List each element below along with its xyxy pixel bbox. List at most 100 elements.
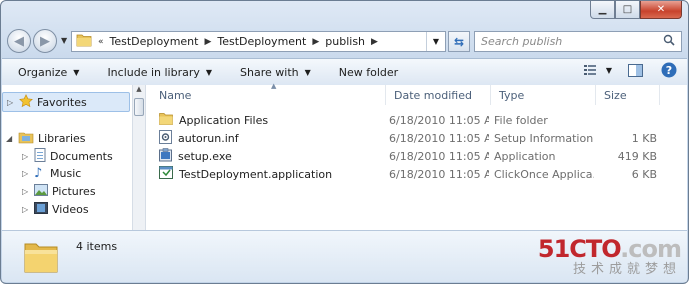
column-label-date-modified: Date modified bbox=[394, 88, 472, 102]
sort-ascending-icon: ▲ bbox=[271, 82, 277, 90]
file-name: Application Files bbox=[179, 113, 269, 127]
watermark-logo-main: 51CTO bbox=[537, 235, 621, 263]
column-label-type: Type bbox=[499, 88, 525, 102]
search-input[interactable]: Search publish bbox=[481, 35, 562, 48]
breadcrumb-separator-icon[interactable]: ▶ bbox=[312, 37, 319, 47]
file-name-cell: autorun.inf bbox=[159, 129, 384, 147]
help-icon: ? bbox=[661, 62, 677, 78]
back-arrow-icon: ◀ bbox=[14, 33, 24, 49]
file-size: 419 KB bbox=[617, 149, 657, 163]
column-header-size[interactable]: Size bbox=[596, 85, 660, 105]
file-date: 6/18/2010 11:05 AM bbox=[389, 113, 489, 127]
folder-icon bbox=[24, 241, 58, 276]
clickonce-icon bbox=[159, 166, 173, 182]
navigation-scrollbar[interactable]: ▲ bbox=[132, 85, 146, 230]
file-name: autorun.inf bbox=[178, 131, 239, 145]
expand-arrow-icon[interactable]: ▷ bbox=[22, 187, 34, 196]
maximize-button[interactable]: □ bbox=[615, 1, 640, 19]
column-label-size: Size bbox=[604, 88, 627, 102]
settings-file-icon bbox=[159, 129, 172, 147]
column-header-name[interactable]: ▲ Name bbox=[151, 82, 386, 105]
file-type: ClickOnce Applica... bbox=[494, 167, 594, 181]
expand-arrow-icon[interactable]: ▷ bbox=[22, 169, 34, 178]
new-folder-label: New folder bbox=[338, 65, 399, 79]
nav-item-music[interactable]: ▷ ♪ Music bbox=[22, 166, 81, 181]
caption-buttons: ▁ □ ✕ bbox=[590, 1, 682, 19]
forward-button[interactable]: ▶ bbox=[33, 29, 57, 53]
file-name-cell: TestDeployment.application bbox=[159, 165, 384, 183]
breadcrumb-item-publish[interactable]: publish bbox=[325, 35, 365, 48]
file-date: 6/18/2010 11:05 AM bbox=[389, 167, 489, 181]
expand-arrow-icon[interactable]: ▷ bbox=[7, 98, 19, 107]
collapse-arrow-icon[interactable]: ◢ bbox=[6, 134, 18, 143]
organize-label: Organize bbox=[18, 65, 68, 79]
chevron-down-icon: ▼ bbox=[605, 65, 612, 75]
share-with-button[interactable]: Share with ▼ bbox=[224, 66, 323, 79]
search-box[interactable]: Search publish bbox=[474, 31, 682, 52]
column-header-date-modified[interactable]: Date modified bbox=[386, 85, 491, 105]
watermark-logo: 51CTO.com bbox=[537, 235, 682, 263]
expand-arrow-icon[interactable]: ▷ bbox=[22, 152, 34, 161]
include-in-library-button[interactable]: Include in library ▼ bbox=[91, 66, 224, 79]
pictures-icon bbox=[34, 184, 48, 199]
breadcrumb-separator-icon[interactable]: ▶ bbox=[204, 37, 211, 47]
refresh-icon: ⇆ bbox=[453, 34, 465, 49]
back-button[interactable]: ◀ bbox=[7, 29, 31, 53]
file-row[interactable]: TestDeployment.application 6/18/2010 11:… bbox=[147, 165, 687, 183]
expand-arrow-icon[interactable]: ▷ bbox=[22, 205, 34, 214]
change-view-button[interactable]: ▼ bbox=[583, 64, 612, 76]
nav-item-libraries[interactable]: ◢ Libraries bbox=[6, 130, 86, 147]
new-folder-button[interactable]: New folder bbox=[323, 66, 410, 79]
nav-label-music: Music bbox=[50, 167, 82, 180]
nav-label-videos: Videos bbox=[52, 203, 89, 216]
file-date: 6/18/2010 11:05 AM bbox=[389, 131, 489, 145]
setup-exe-icon bbox=[159, 147, 172, 165]
command-bar: Organize ▼ Include in library ▼ Share with… bbox=[2, 58, 687, 86]
nav-item-favorites[interactable]: ▷ Favorites bbox=[2, 92, 130, 112]
navigation-pane: ▷ Favorites ◢ Libraries ▷ Documents ▷ ♪ … bbox=[2, 85, 132, 230]
file-name: setup.exe bbox=[178, 149, 232, 163]
details-pane: 4 items 51CTO.com 技术成就梦想 bbox=[2, 230, 687, 282]
scrollbar-thumb[interactable] bbox=[134, 98, 144, 116]
file-name-cell: setup.exe bbox=[159, 147, 384, 165]
videos-icon bbox=[34, 202, 48, 217]
folder-icon bbox=[76, 33, 92, 50]
scroll-up-arrow-icon[interactable]: ▲ bbox=[133, 85, 145, 97]
file-row[interactable]: autorun.inf 6/18/2010 11:05 AM Setup Inf… bbox=[147, 129, 687, 147]
chevron-down-icon: ▼ bbox=[304, 67, 311, 77]
chevron-down-icon: ▼ bbox=[205, 67, 213, 77]
file-date: 6/18/2010 11:05 AM bbox=[389, 149, 489, 163]
organize-button[interactable]: Organize ▼ bbox=[2, 66, 91, 79]
overflow-chevron[interactable]: « bbox=[98, 37, 104, 47]
file-row[interactable]: Application Files 6/18/2010 11:05 AM Fil… bbox=[147, 111, 687, 129]
file-row[interactable]: setup.exe 6/18/2010 11:05 AM Application… bbox=[147, 147, 687, 165]
column-header-type[interactable]: Type bbox=[491, 85, 596, 105]
address-row: ◀ ▶ ▼ « TestDeployment ▶ TestDeployment … bbox=[7, 27, 682, 55]
folder-icon bbox=[159, 112, 173, 128]
minimize-button[interactable]: ▁ bbox=[590, 1, 615, 19]
file-size: 1 KB bbox=[631, 131, 657, 145]
file-name-cell: Application Files bbox=[159, 111, 384, 129]
nav-item-pictures[interactable]: ▷ Pictures bbox=[22, 184, 96, 199]
refresh-button[interactable]: ⇆ bbox=[448, 31, 470, 52]
breadcrumb-item-testdeployment-2[interactable]: TestDeployment bbox=[217, 35, 306, 48]
details-view-icon bbox=[583, 65, 596, 75]
breadcrumb-separator-icon[interactable]: ▶ bbox=[371, 37, 378, 47]
breadcrumb-item-testdeployment-1[interactable]: TestDeployment bbox=[110, 35, 199, 48]
libraries-icon bbox=[18, 130, 34, 147]
help-button[interactable]: ? bbox=[661, 62, 677, 78]
address-bar[interactable]: « TestDeployment ▶ TestDeployment ▶ publ… bbox=[71, 31, 446, 52]
address-history-dropdown[interactable]: ▼ bbox=[426, 32, 445, 51]
nav-item-documents[interactable]: ▷ Documents bbox=[22, 148, 113, 165]
include-in-library-label: Include in library bbox=[107, 65, 200, 79]
recent-pages-dropdown[interactable]: ▼ bbox=[61, 36, 67, 45]
preview-pane-button[interactable] bbox=[628, 63, 643, 77]
nav-item-videos[interactable]: ▷ Videos bbox=[22, 202, 89, 217]
file-type: Setup Information bbox=[494, 131, 594, 145]
nav-label-libraries: Libraries bbox=[38, 132, 86, 145]
file-size bbox=[599, 111, 657, 129]
breadcrumb: « TestDeployment ▶ TestDeployment ▶ publ… bbox=[98, 35, 384, 48]
preview-pane-icon bbox=[628, 63, 643, 77]
close-button[interactable]: ✕ bbox=[640, 1, 682, 19]
music-icon: ♪ bbox=[34, 166, 43, 181]
